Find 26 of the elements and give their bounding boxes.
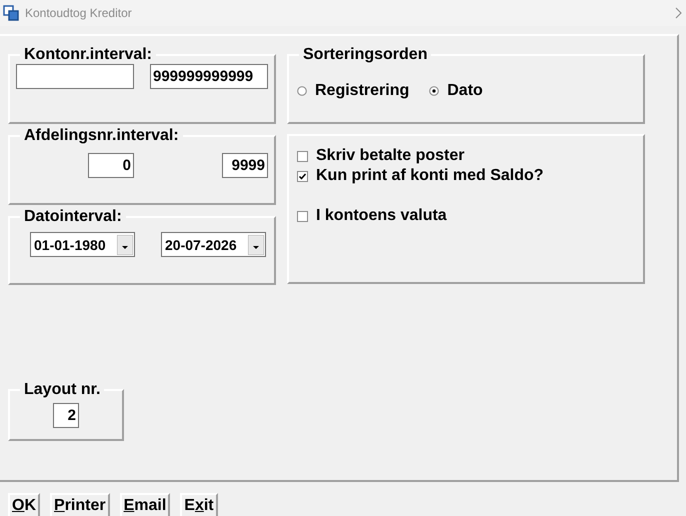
input-field[interactable]: 0 bbox=[88, 153, 134, 178]
dialog-button[interactable]: Printer bbox=[50, 493, 110, 516]
group-label: Afdelingsnr.interval: bbox=[23, 127, 180, 145]
group-label: Layout nr. bbox=[23, 381, 102, 399]
date-dropdown[interactable]: 01-01-1980 bbox=[30, 232, 135, 257]
input-field[interactable]: 2 bbox=[53, 403, 79, 428]
dialog-button[interactable]: OK bbox=[8, 493, 40, 516]
radio-option[interactable]: Dato bbox=[429, 82, 483, 100]
dropdown-arrow-icon[interactable] bbox=[248, 234, 264, 254]
checkbox-option[interactable]: I kontoens valuta bbox=[297, 206, 635, 226]
app-icon bbox=[3, 5, 19, 21]
checkbox-option[interactable]: Skriv betalte poster bbox=[297, 146, 635, 166]
group-label: Kontonr.interval: bbox=[23, 46, 154, 64]
checkbox-option[interactable]: Kun print af konti med Saldo? bbox=[297, 166, 635, 186]
input-field[interactable]: 999999999999 bbox=[150, 64, 268, 89]
input-field[interactable] bbox=[16, 64, 134, 89]
group-label: Sorteringsorden bbox=[302, 46, 428, 64]
radio-option[interactable]: Registrering bbox=[297, 82, 410, 100]
dropdown-arrow-icon[interactable] bbox=[117, 234, 133, 254]
dialog-button[interactable]: Email bbox=[120, 493, 170, 516]
input-field[interactable]: 9999 bbox=[222, 153, 268, 178]
window-title: Kontoudtog Kreditor bbox=[25, 6, 133, 20]
date-dropdown[interactable]: 20-07-2026 bbox=[161, 232, 266, 257]
chevron-icon[interactable] bbox=[675, 7, 682, 19]
group-label: Datointerval: bbox=[23, 208, 123, 226]
dialog-button[interactable]: Exit bbox=[180, 493, 218, 516]
